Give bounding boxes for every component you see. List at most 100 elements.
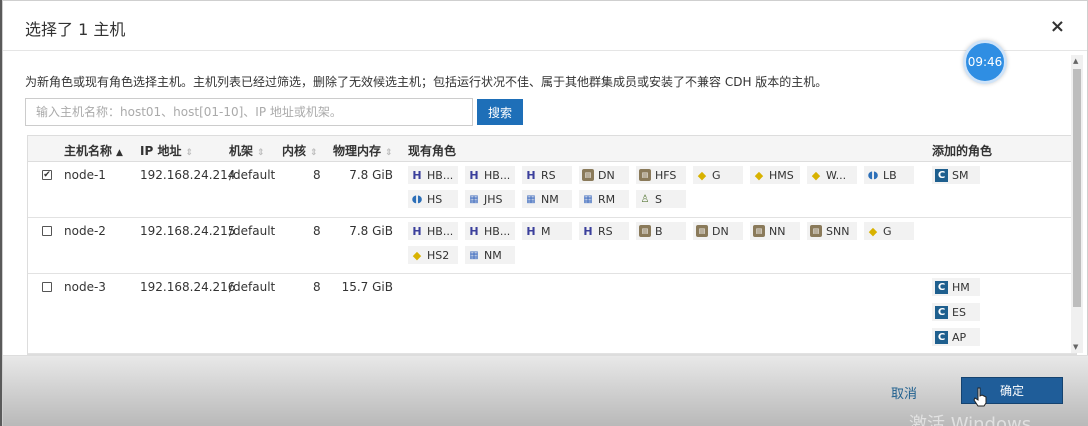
column-header-cores[interactable]: 内核 ⇕ (282, 142, 318, 159)
role-badge: ▤ SNN (807, 222, 857, 240)
scroll-down-icon[interactable]: ▼ (1073, 343, 1078, 351)
role-label: G (883, 224, 892, 238)
dialog-footer: 取消 确定 激活 Windows (3, 355, 1088, 426)
row-checkbox[interactable] (42, 282, 52, 292)
role-label: G (712, 168, 721, 182)
hue-icon: ◖◗ (411, 193, 423, 205)
role-label: HMS (769, 168, 794, 182)
added-role-label: HM (952, 280, 970, 294)
role-badge: ▤ DN (579, 166, 629, 184)
role-label: RS (598, 224, 613, 238)
memory-cell: 15.7 GiB (341, 280, 393, 294)
ip-cell: 192.168.24.214 (140, 168, 236, 182)
table-row[interactable]: node-2 192.168.24.215/default 8 7.8 GiB H HB.… (28, 218, 1076, 274)
close-icon[interactable]: × (1050, 16, 1065, 37)
windows-watermark: 激活 Windows (909, 414, 1032, 426)
row-checkbox[interactable]: ✔ (42, 170, 52, 180)
hdfs-icon: ▤ (639, 225, 651, 237)
cloudera-icon: C (935, 280, 948, 294)
added-role-badge: C AP (932, 328, 980, 346)
role-badge: ◖◗ HS (408, 190, 458, 208)
role-badge: H HB... (465, 222, 515, 240)
cancel-button[interactable]: 取消 (891, 383, 917, 402)
column-header-added-roles: 添加的角色 (932, 144, 993, 158)
added-roles: C SM (932, 166, 980, 191)
search-button[interactable]: 搜索 (477, 99, 523, 125)
table-row[interactable]: node-3 192.168.24.216/default 8 15.7 GiB C HM… (28, 274, 1076, 354)
sort-icon: ⇕ (257, 148, 265, 158)
dialog-header: 选择了 1 主机 × (3, 1, 1087, 51)
rack-cell: /default (229, 224, 276, 238)
sort-asc-icon: ▲ (116, 148, 123, 158)
role-label: SNN (826, 224, 850, 238)
hostname-cell: node-2 (64, 224, 106, 238)
hive-icon: ◆ (868, 224, 878, 238)
hive-icon: ◆ (754, 168, 764, 182)
role-label: RS (541, 168, 556, 182)
role-badge: ▤ HFS (636, 166, 686, 184)
ip-cell: 192.168.24.216 (140, 280, 236, 294)
vertical-scrollbar[interactable]: ▲ ▼ (1071, 55, 1083, 353)
hdfs-icon: ▤ (582, 169, 594, 181)
hdfs-icon: ▤ (639, 169, 651, 181)
cloudera-icon: C (935, 168, 948, 182)
added-roles: C HM C ES C AP (932, 278, 980, 353)
scroll-up-icon[interactable]: ▲ (1073, 57, 1078, 65)
column-header-roles: 现有角色 (408, 144, 457, 158)
role-label: NM (541, 192, 559, 206)
role-badge: H RS (522, 166, 572, 184)
sqoop-icon: ♙ (640, 193, 650, 205)
hosts-table: 主机名称 ▲ IP 地址 ⇕ 机架 ⇕ 内核 ⇕ 物理内存 ⇕ 现有角色 添加的角色 ✔ n… (27, 135, 1077, 355)
table-header: 主机名称 ▲ IP 地址 ⇕ 机架 ⇕ 内核 ⇕ 物理内存 ⇕ 现有角色 添加的角色 (28, 136, 1076, 162)
role-badge: ▤ DN (693, 222, 743, 240)
hive-icon: ◆ (811, 168, 821, 182)
role-label: NM (484, 248, 502, 262)
role-label: S (655, 192, 662, 206)
dialog-title: 选择了 1 主机 (25, 20, 126, 39)
cloudera-icon: C (935, 305, 948, 319)
added-role-label: SM (952, 168, 969, 182)
role-badge: ◆ G (693, 166, 743, 184)
role-label: HS (427, 192, 443, 206)
cores-cell: 8 (313, 168, 321, 182)
role-badge: H HB... (465, 166, 515, 184)
host-search-input[interactable] (25, 98, 473, 126)
role-label: NN (769, 224, 786, 238)
role-label: RM (598, 192, 616, 206)
yarn-icon: ▦ (583, 193, 593, 205)
role-label: DN (598, 168, 615, 182)
role-label: LB (883, 168, 897, 182)
sort-icon: ⇕ (185, 148, 193, 158)
hive-icon: ◆ (412, 248, 422, 262)
role-label: W... (826, 168, 847, 182)
hbase-icon: H (469, 168, 479, 182)
role-badge: H HB... (408, 222, 458, 240)
cores-cell: 8 (313, 280, 321, 294)
role-label: HB... (427, 168, 454, 182)
sort-icon: ⇕ (385, 148, 393, 158)
role-badge: H RS (579, 222, 629, 240)
added-role-badge: C SM (932, 166, 980, 184)
hbase-icon: H (412, 224, 422, 238)
sort-icon: ⇕ (310, 148, 318, 158)
column-header-ip[interactable]: IP 地址 ⇕ (140, 142, 193, 159)
role-badge: ▦ RM (579, 190, 629, 208)
ip-cell: 192.168.24.215 (140, 224, 236, 238)
role-badge: HM (522, 222, 572, 240)
column-header-rack[interactable]: 机架 ⇕ (229, 142, 265, 159)
rack-cell: /default (229, 168, 276, 182)
added-role-badge: C HM (932, 278, 980, 296)
memory-cell: 7.8 GiB (349, 168, 393, 182)
role-badge: ▦ NM (522, 190, 572, 208)
select-hosts-dialog: 选择了 1 主机 × 09:46 为新角色或现有角色选择主机。主机列表已经过筛选… (2, 0, 1088, 426)
scrollbar-thumb[interactable] (1073, 69, 1081, 307)
hbase-icon: H (469, 224, 479, 238)
role-badge: H HB... (408, 166, 458, 184)
hostname-cell: node-1 (64, 168, 106, 182)
column-header-hostname[interactable]: 主机名称 ▲ (64, 142, 123, 159)
table-row[interactable]: ✔ node-1 192.168.24.214/default 8 7.8 GiB H HB… (28, 162, 1076, 218)
column-header-memory[interactable]: 物理内存 ⇕ (333, 142, 393, 159)
cores-cell: 8 (313, 224, 321, 238)
role-badge: ◆ HS2 (408, 246, 458, 264)
row-checkbox[interactable] (42, 226, 52, 236)
